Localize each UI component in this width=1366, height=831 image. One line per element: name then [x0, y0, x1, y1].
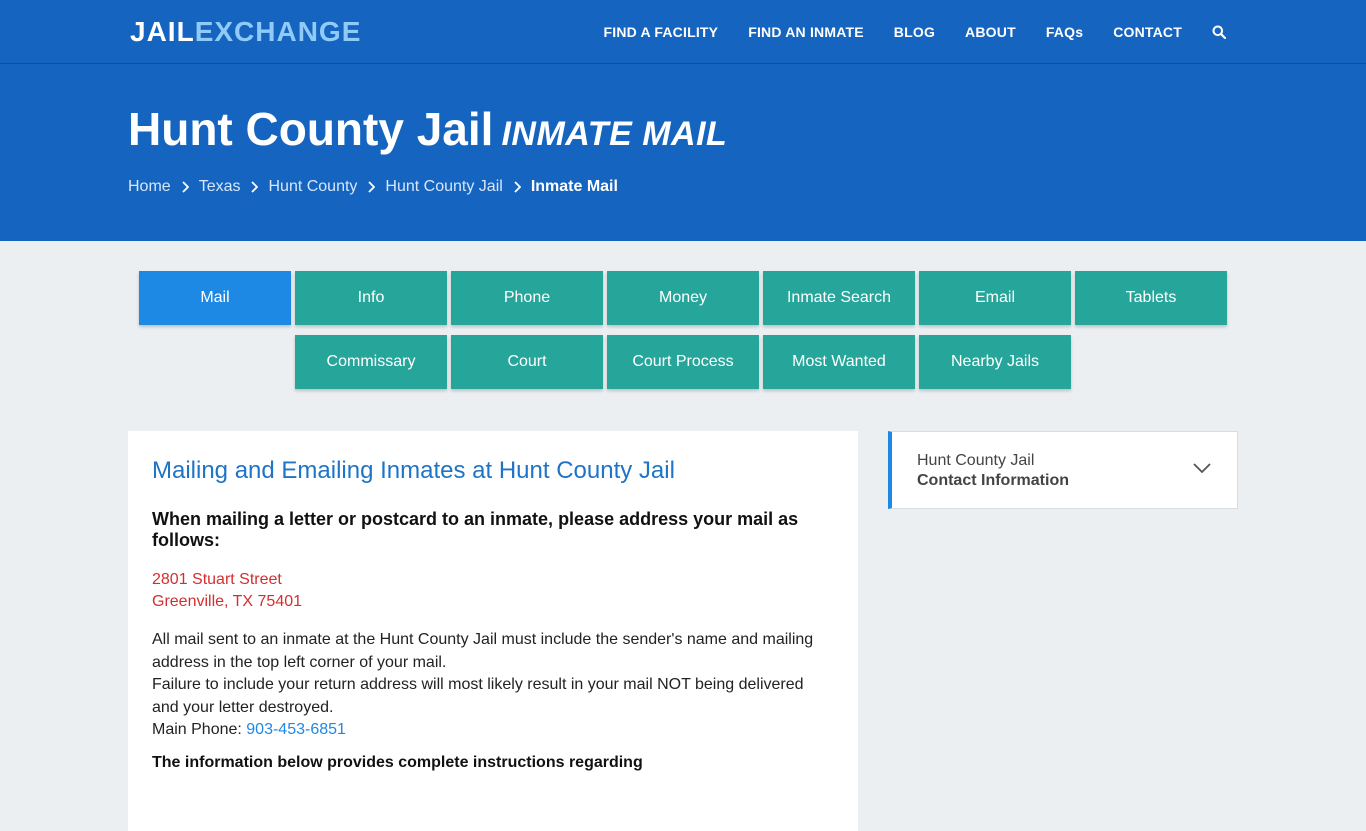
jailexchange-logo[interactable]: JAILEXCHANGE — [130, 16, 361, 48]
mail-instructions: All mail sent to an inmate at the Hunt C… — [152, 629, 834, 742]
logo-text-exchange: EXCHANGE — [194, 16, 362, 47]
top-navbar: JAILEXCHANGE FIND A FACILITY FIND AN INM… — [0, 0, 1366, 64]
main-content-card: Mailing and Emailing Inmates at Hunt Cou… — [128, 431, 858, 831]
page-hero: Hunt County Jail Inmate Mail Home Texas H… — [0, 64, 1366, 241]
tab-money[interactable]: Money — [607, 271, 759, 325]
accordion-title-facility: Hunt County Jail — [917, 452, 1035, 469]
contact-info-accordion[interactable]: Hunt County Jail Contact Information — [888, 431, 1238, 509]
tab-inmate-search[interactable]: Inmate Search — [763, 271, 915, 325]
nav-faqs[interactable]: FAQs — [1046, 24, 1083, 40]
breadcrumb-current: Inmate Mail — [530, 178, 618, 195]
tab-tablets[interactable]: Tablets — [1075, 271, 1227, 325]
breadcrumb-texas[interactable]: Texas — [199, 178, 241, 196]
tab-phone[interactable]: Phone — [451, 271, 603, 325]
breadcrumb: Home Texas Hunt County Hunt County Jail … — [128, 178, 618, 196]
nav-blog[interactable]: BLOG — [894, 24, 935, 40]
address-line-2: Greenville, TX 75401 — [152, 593, 303, 610]
page-title-main: Hunt County Jail — [128, 103, 494, 155]
chevron-down-icon[interactable] — [1193, 463, 1211, 474]
instructions-para-2: Failure to include your return address w… — [152, 676, 804, 716]
mailing-address: 2801 Stuart Street Greenville, TX 75401 — [152, 569, 834, 613]
tab-nearby-jails[interactable]: Nearby Jails — [919, 335, 1071, 389]
chevron-right-icon — [514, 181, 521, 193]
nav-find-facility[interactable]: FIND A FACILITY — [603, 24, 718, 40]
info-line: The information below provides complete … — [152, 753, 643, 771]
breadcrumb-home[interactable]: Home — [128, 178, 171, 196]
chevron-right-icon — [251, 181, 259, 193]
content-heading: Mailing and Emailing Inmates at Hunt Cou… — [152, 457, 675, 484]
phone-label: Main Phone: — [152, 721, 247, 739]
content-subheading: When mailing a letter or postcard to an … — [152, 509, 799, 550]
tab-row-1: Mail Info Phone Money Inmate Search Emai… — [0, 271, 1366, 325]
phone-link[interactable]: 903-453-6851 — [246, 721, 346, 738]
breadcrumb-hunt-county-jail[interactable]: Hunt County Jail — [385, 178, 502, 196]
tab-row-2: Commissary Court Court Process Most Want… — [0, 335, 1366, 389]
tab-most-wanted[interactable]: Most Wanted — [763, 335, 915, 389]
accordion-title-contact: Contact Information — [917, 472, 1069, 489]
facility-tabs: Mail Info Phone Money Inmate Search Emai… — [0, 271, 1366, 389]
breadcrumb-hunt-county[interactable]: Hunt County — [268, 178, 357, 196]
tab-info[interactable]: Info — [295, 271, 447, 325]
page-title: Hunt County Jail Inmate Mail — [128, 102, 727, 161]
chevron-right-icon — [182, 181, 189, 193]
instructions-para-1: All mail sent to an inmate at the Hunt C… — [152, 631, 814, 671]
tab-court-process[interactable]: Court Process — [607, 335, 759, 389]
nav-about[interactable]: ABOUT — [965, 24, 1016, 40]
main-nav: FIND A FACILITY FIND AN INMATE BLOG ABOU… — [573, 0, 1226, 64]
main-phone-line: Main Phone: 903-453-6851 — [152, 719, 834, 742]
chevron-right-icon — [368, 181, 376, 193]
tab-court[interactable]: Court — [451, 335, 603, 389]
page-title-sub: Inmate Mail — [501, 115, 728, 153]
tab-email[interactable]: Email — [919, 271, 1071, 325]
tab-commissary[interactable]: Commissary — [295, 335, 447, 389]
nav-find-inmate[interactable]: FIND AN INMATE — [748, 24, 864, 40]
nav-contact[interactable]: CONTACT — [1113, 24, 1182, 40]
logo-text-jail: JAIL — [130, 16, 195, 47]
tab-mail[interactable]: Mail — [139, 271, 291, 325]
address-line-1: 2801 Stuart Street — [152, 571, 282, 588]
search-icon[interactable] — [1212, 25, 1226, 39]
